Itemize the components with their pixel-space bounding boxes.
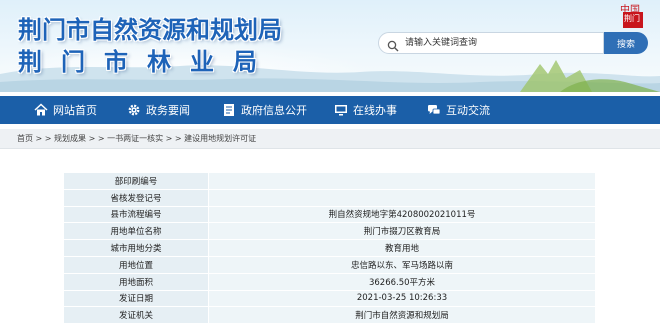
search-box: 搜索	[378, 32, 648, 54]
table-row: 省核发登记号	[63, 188, 596, 207]
row-label: 县市流程编号	[63, 205, 209, 224]
nav-item-interaction[interactable]: 互动交流	[427, 96, 490, 124]
chat-icon	[427, 103, 441, 117]
row-value: 荆自然资规地字第4208002021011号	[208, 205, 596, 224]
nav-item-label: 互动交流	[446, 104, 490, 117]
nav-item-label: 网站首页	[53, 104, 97, 117]
row-value: 荆门市自然资源和规划局	[208, 306, 596, 325]
row-value: 荆门市掇刀区教育局	[208, 222, 596, 241]
nav-item-label: 政务要闻	[146, 104, 190, 117]
row-label: 省核发登记号	[63, 188, 209, 207]
site-title-line1: 荆门市自然资源和规划局	[18, 15, 282, 44]
table-row: 部印刷编号	[63, 172, 596, 190]
document-icon	[222, 103, 236, 117]
breadcrumb-bar: 首页 > > 规划成果 > > 一书两证一核实 > > 建设用地规划许可证	[0, 129, 660, 149]
nav-item-label: 在线办事	[353, 104, 397, 117]
row-label: 用地位置	[63, 255, 209, 274]
row-label: 用地单位名称	[63, 222, 209, 241]
row-value: 忠信路以东、军马场路以南	[208, 255, 596, 274]
row-value: 2021-03-25 10:26:33	[208, 289, 596, 308]
permit-detail-table: 部印刷编号 省核发登记号 县市流程编号 荆自然资规地字第420800202101…	[63, 172, 596, 325]
search-button[interactable]: 搜索	[604, 32, 648, 54]
nav-item-online-services[interactable]: 在线办事	[334, 96, 397, 124]
table-row: 用地单位名称 荆门市掇刀区教育局	[63, 222, 596, 241]
row-label: 用地面积	[63, 272, 209, 291]
nav-item-news[interactable]: 政务要闻	[127, 96, 190, 124]
main-nav: 网站首页 政务要闻 政府信息公开 在线办事 互动交流	[0, 96, 660, 124]
row-label: 发证日期	[63, 289, 209, 308]
site-header: 荆门市自然资源和规划局 荆门市林业局 中国 荆门 搜索	[0, 0, 660, 92]
city-logo[interactable]: 中国 荆门	[615, 2, 649, 32]
nav-item-info-disclosure[interactable]: 政府信息公开	[222, 96, 307, 124]
row-label: 发证机关	[63, 306, 209, 325]
search-input[interactable]	[378, 32, 604, 54]
breadcrumb[interactable]: 首页 > > 规划成果 > > 一书两证一核实 > > 建设用地规划许可证	[17, 133, 256, 144]
table-row: 发证机关 荆门市自然资源和规划局	[63, 306, 596, 325]
home-icon	[34, 103, 48, 117]
nav-item-label: 政府信息公开	[241, 104, 307, 117]
row-value: 36266.50平方米	[208, 272, 596, 291]
row-label: 城市用地分类	[63, 239, 209, 257]
search-icon	[387, 37, 399, 52]
row-value	[208, 172, 596, 190]
row-label: 部印刷编号	[63, 172, 209, 190]
monitor-icon	[334, 103, 348, 117]
nav-item-home[interactable]: 网站首页	[34, 96, 97, 124]
row-value: 教育用地	[208, 239, 596, 257]
logo-text-bottom: 荆门	[624, 14, 640, 23]
table-row: 县市流程编号 荆自然资规地字第4208002021011号	[63, 205, 596, 224]
table-row: 用地面积 36266.50平方米	[63, 272, 596, 291]
row-value	[208, 188, 596, 207]
site-title-line2: 荆门市林业局	[18, 47, 276, 76]
table-row: 发证日期 2021-03-25 10:26:33	[63, 289, 596, 308]
gear-icon	[127, 103, 141, 117]
table-row: 用地位置 忠信路以东、军马场路以南	[63, 255, 596, 274]
table-row: 城市用地分类 教育用地	[63, 239, 596, 257]
